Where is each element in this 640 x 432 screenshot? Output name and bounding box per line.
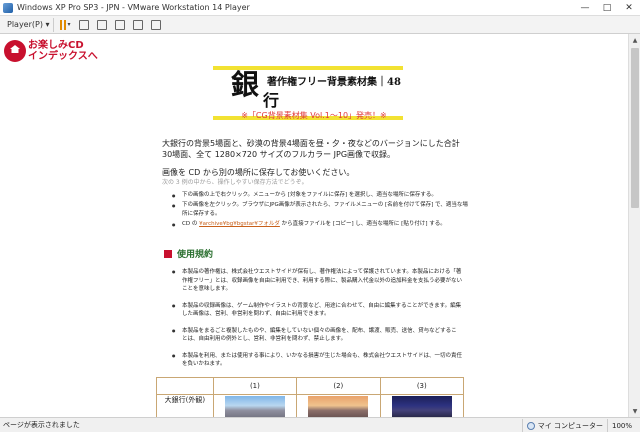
terms-heading: 使用規約 — [164, 247, 213, 260]
pause-icon[interactable] — [59, 19, 66, 30]
save-method-item: 下の画像の上で右クリック。メニューから [対象をファイルに保存] を選択し、適当… — [172, 191, 472, 200]
terms-heading-text: 使用規約 — [177, 250, 214, 260]
heading-square-icon — [164, 249, 172, 258]
full-screen-icon[interactable] — [132, 19, 143, 30]
save-subnote: 次の 3 例の中から、操作しやすい保存方法でどうぞ。 — [162, 179, 308, 186]
gallery-header-cell — [156, 377, 214, 395]
maximize-button[interactable]: □ — [596, 0, 618, 16]
banner-series-title: 著作権フリー背景素材集｜48 — [267, 77, 401, 88]
gallery-image-row: 大銀行(外観) — [156, 394, 465, 417]
computer-zone-icon — [526, 421, 535, 430]
zone-label: マイ コンピューター — [537, 421, 603, 430]
player-menu[interactable]: Player(P) ▾ — [4, 17, 54, 32]
minimize-button[interactable]: — — [574, 0, 596, 16]
gallery-header-cell: (3) — [379, 377, 465, 395]
save-method-item: CD の ¥archive¥bg¥bgstar¥フォルダ から直接ファイルを [… — [172, 220, 472, 229]
window-controls: — □ ✕ — [574, 0, 640, 16]
image-gallery-table: (1) (2) (3) 大銀行(外観) — [156, 377, 465, 417]
browser-content: お楽しみCD インデックスへ 銀 著作権フリー背景素材集｜48 行 ※「CG背景… — [0, 34, 628, 417]
security-zone: マイ コンピューター — [521, 419, 607, 432]
banner-sub-char: 行 — [263, 91, 280, 110]
close-button[interactable]: ✕ — [618, 0, 640, 16]
banner-main-char: 銀 — [231, 68, 260, 101]
announcement-link[interactable]: ※「CG背景素材集 Vol.1〜10」発売！※ — [0, 110, 628, 121]
title-bar: Windows XP Pro SP3 - JPN - VMware Workst… — [0, 0, 640, 16]
save-method-prefix: CD の — [182, 221, 198, 227]
vmware-app-icon — [3, 2, 13, 13]
intro-text: 大銀行の背景5場面と、砂漠の背景4場面を昼・夕・夜などのバージョンにした合計30… — [162, 139, 460, 159]
gallery-row-label: 大銀行(外観) — [156, 394, 214, 417]
save-methods-list: 下の画像の上で右クリック。メニューから [対象をファイルに保存] を選択し、適当… — [172, 191, 472, 230]
pause-dropdown-icon[interactable]: ▾ — [68, 21, 71, 28]
terms-item: 本製品の著作権は、株式会社ウエストサイドが保有し、著作権法によって保護されていま… — [172, 268, 462, 294]
scrollbar-thumb[interactable] — [631, 48, 639, 208]
gallery-header-cell: (1) — [212, 377, 298, 395]
home-link-line1: お楽しみCD — [28, 40, 84, 51]
save-method-suffix: から直接ファイルを [コピー] し、適当な場所に [貼り付け] する。 — [281, 221, 446, 227]
unity-icon[interactable] — [150, 19, 161, 30]
terms-item: 本製品をまるごと複製したものや、編集をしていない個々の画像を、配布、譲渡、販売、… — [172, 327, 462, 344]
bank-exterior-day-thumbnail[interactable] — [224, 396, 285, 417]
terms-item: 本製品の収録画像は、ゲーム制作やイラストの背景など、用途に合わせて、自由に編集す… — [172, 302, 462, 319]
scroll-down-icon[interactable]: ▼ — [629, 405, 640, 417]
scroll-up-icon[interactable]: ▲ — [629, 34, 640, 46]
save-method-item: 下の画像を左クリック。ブラウザにJPG画像が表示されたら、ファイルメニューの [… — [172, 201, 472, 219]
status-right-panel: マイ コンピューター 100% — [521, 418, 636, 432]
bank-exterior-night-thumbnail[interactable] — [391, 396, 452, 417]
window-title: Windows XP Pro SP3 - JPN - VMware Workst… — [17, 3, 250, 12]
home-link-text: お楽しみCD インデックスへ — [28, 40, 98, 62]
archive-folder-link[interactable]: ¥archive¥bg¥bgstar¥フォルダ — [199, 221, 280, 227]
status-bar: ページが表示されました マイ コンピューター 100% — [0, 417, 640, 432]
terms-list: 本製品の著作権は、株式会社ウエストサイドが保有し、著作権法によって保護されていま… — [172, 268, 462, 377]
send-ctrl-alt-del-icon[interactable] — [78, 19, 89, 30]
gallery-header-cell: (2) — [296, 377, 381, 395]
removable-devices-icon[interactable] — [96, 19, 107, 30]
gallery-cell — [212, 394, 298, 417]
gallery-cell — [296, 394, 381, 417]
vertical-scrollbar[interactable]: ▲ ▼ — [628, 34, 640, 417]
bank-exterior-evening-thumbnail[interactable] — [308, 396, 369, 417]
home-icon — [4, 40, 26, 62]
home-link[interactable]: お楽しみCD インデックスへ — [4, 40, 98, 62]
gallery-header-row: (1) (2) (3) — [156, 377, 465, 395]
zoom-control[interactable]: 100% — [606, 419, 636, 432]
vmware-toolbar: Player(P) ▾ ▾ — [0, 16, 640, 34]
status-message: ページが表示されました — [3, 421, 80, 429]
terms-item: 本製品を利用、または使用する事により、いかなる損害が生じた場合も、株式会社ウエス… — [172, 352, 462, 369]
fit-guest-icon[interactable] — [114, 19, 125, 30]
gallery-cell — [379, 394, 465, 417]
home-link-line2: インデックスへ — [28, 51, 98, 62]
